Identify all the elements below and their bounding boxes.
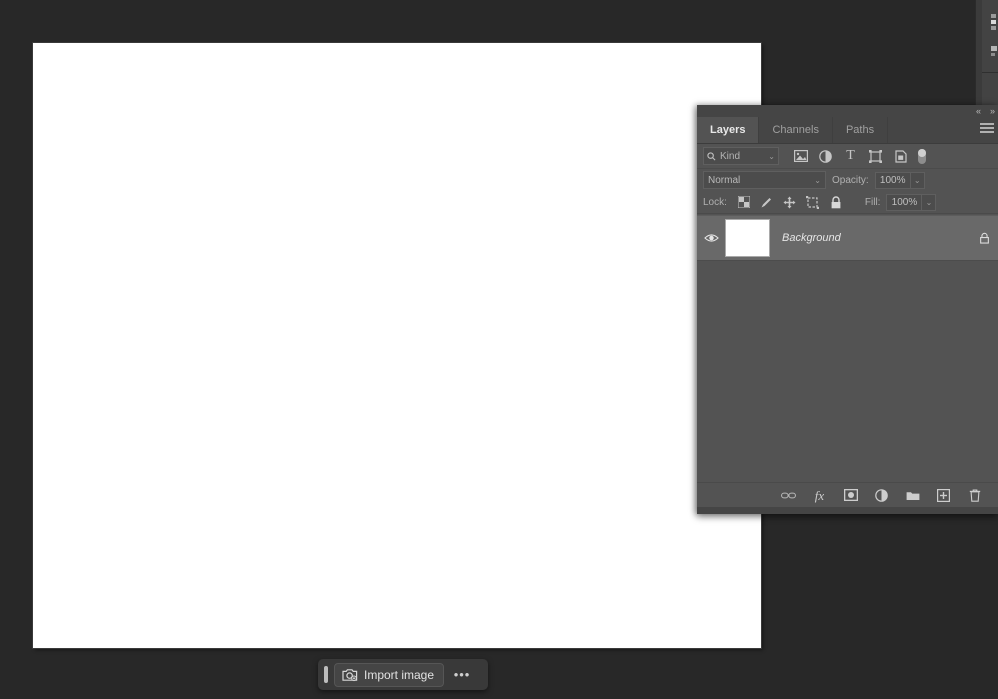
panel-menu-icon[interactable]	[980, 123, 994, 135]
blend-mode-row: Normal ⌄ Opacity: 100% ⌄	[697, 169, 998, 191]
filter-adjustment-icon[interactable]	[818, 149, 833, 164]
lock-all-icon[interactable]	[829, 195, 843, 209]
lock-image-pixels-icon[interactable]	[760, 195, 774, 209]
edge-panel-icon-3	[991, 26, 996, 30]
layer-locked-icon[interactable]	[970, 232, 998, 244]
chevron-down-icon[interactable]: ⌄	[814, 176, 821, 185]
filter-shape-icon[interactable]	[868, 149, 883, 164]
edge-panel-icon-5	[991, 53, 995, 56]
edge-panel-icon-2	[991, 20, 996, 24]
edge-panel-icon-1	[991, 14, 996, 18]
layer-name-label[interactable]: Background	[770, 232, 970, 244]
filter-smart-object-icon[interactable]	[893, 149, 908, 164]
import-image-button[interactable]: Import image	[334, 663, 444, 687]
add-layer-mask-button[interactable]	[843, 488, 858, 503]
filter-kind-select[interactable]: Kind ⌄	[703, 147, 779, 165]
new-fill-adjustment-layer-button[interactable]	[874, 488, 889, 503]
layer-filter-row: Kind ⌄	[697, 144, 998, 169]
eye-icon	[704, 233, 719, 243]
lock-row: Lock:	[697, 191, 998, 214]
edge-panel-strip-top[interactable]	[982, 0, 998, 73]
filter-pixel-icon[interactable]	[793, 149, 808, 164]
opacity-control: 100% ⌄	[875, 172, 925, 189]
tab-paths[interactable]: Paths	[833, 117, 888, 143]
fx-label: fx	[815, 489, 824, 502]
toolbar-drag-handle[interactable]	[324, 666, 328, 683]
workspace: « » Layers Channels Paths Kind	[0, 0, 998, 699]
layer-visibility-toggle[interactable]	[697, 233, 725, 243]
tab-layers[interactable]: Layers	[697, 117, 759, 143]
panel-tab-bar: Layers Channels Paths	[697, 117, 998, 144]
opacity-label: Opacity:	[832, 175, 869, 186]
document-canvas[interactable]	[33, 43, 761, 648]
fill-input[interactable]: 100%	[886, 194, 922, 211]
delete-layer-button[interactable]	[967, 488, 982, 503]
more-options-button[interactable]: •••	[450, 664, 474, 686]
chevron-down-icon[interactable]: ⌄	[768, 152, 775, 161]
fill-slider-caret-icon[interactable]: ⌄	[922, 194, 936, 211]
fill-label: Fill:	[865, 197, 881, 208]
edge-docked-panel[interactable]	[975, 0, 998, 105]
layer-style-fx-button[interactable]: fx	[812, 488, 827, 503]
edge-panel-strip-bottom[interactable]	[982, 73, 998, 105]
import-image-icon	[342, 668, 358, 682]
new-layer-button[interactable]	[936, 488, 951, 503]
layer-list: Background	[697, 214, 998, 482]
lock-label: Lock:	[703, 197, 727, 208]
panel-collapse-controls: « »	[976, 105, 995, 117]
link-layers-button[interactable]	[781, 488, 796, 503]
layer-thumbnail[interactable]	[725, 219, 770, 257]
import-image-label: Import image	[364, 668, 434, 682]
opacity-input[interactable]: 100%	[875, 172, 911, 189]
expand-panel-icon[interactable]: »	[990, 107, 995, 116]
filter-kind-label: Kind	[720, 151, 740, 162]
layers-panel-footer: fx	[697, 482, 998, 507]
search-icon	[707, 152, 716, 161]
layers-panel-body: Kind ⌄	[697, 144, 998, 514]
lock-buttons	[737, 195, 843, 209]
filter-enable-toggle[interactable]	[918, 149, 926, 164]
opacity-slider-caret-icon[interactable]: ⌄	[911, 172, 925, 189]
new-group-button[interactable]	[905, 488, 920, 503]
panel-bottom-edge	[697, 507, 998, 514]
panel-collapse-bar: « »	[697, 105, 998, 117]
edge-panel-icon-4	[991, 46, 997, 51]
lock-transparent-pixels-icon[interactable]	[737, 195, 751, 209]
lock-artboard-nesting-icon[interactable]	[806, 195, 820, 209]
floating-import-toolbar: Import image •••	[318, 659, 488, 690]
collapse-panel-icon[interactable]: «	[976, 107, 981, 116]
filter-type-icons: T	[793, 149, 908, 164]
tab-channels[interactable]: Channels	[759, 117, 832, 143]
fill-control: 100% ⌄	[886, 194, 936, 211]
blend-mode-value: Normal	[708, 175, 740, 186]
layers-panel: « » Layers Channels Paths Kind	[697, 105, 998, 514]
filter-type-icon[interactable]: T	[843, 149, 858, 164]
filter-type-glyph: T	[846, 149, 855, 163]
table-row[interactable]: Background	[697, 215, 998, 261]
blend-mode-select[interactable]: Normal ⌄	[703, 171, 826, 189]
lock-position-icon[interactable]	[783, 195, 797, 209]
